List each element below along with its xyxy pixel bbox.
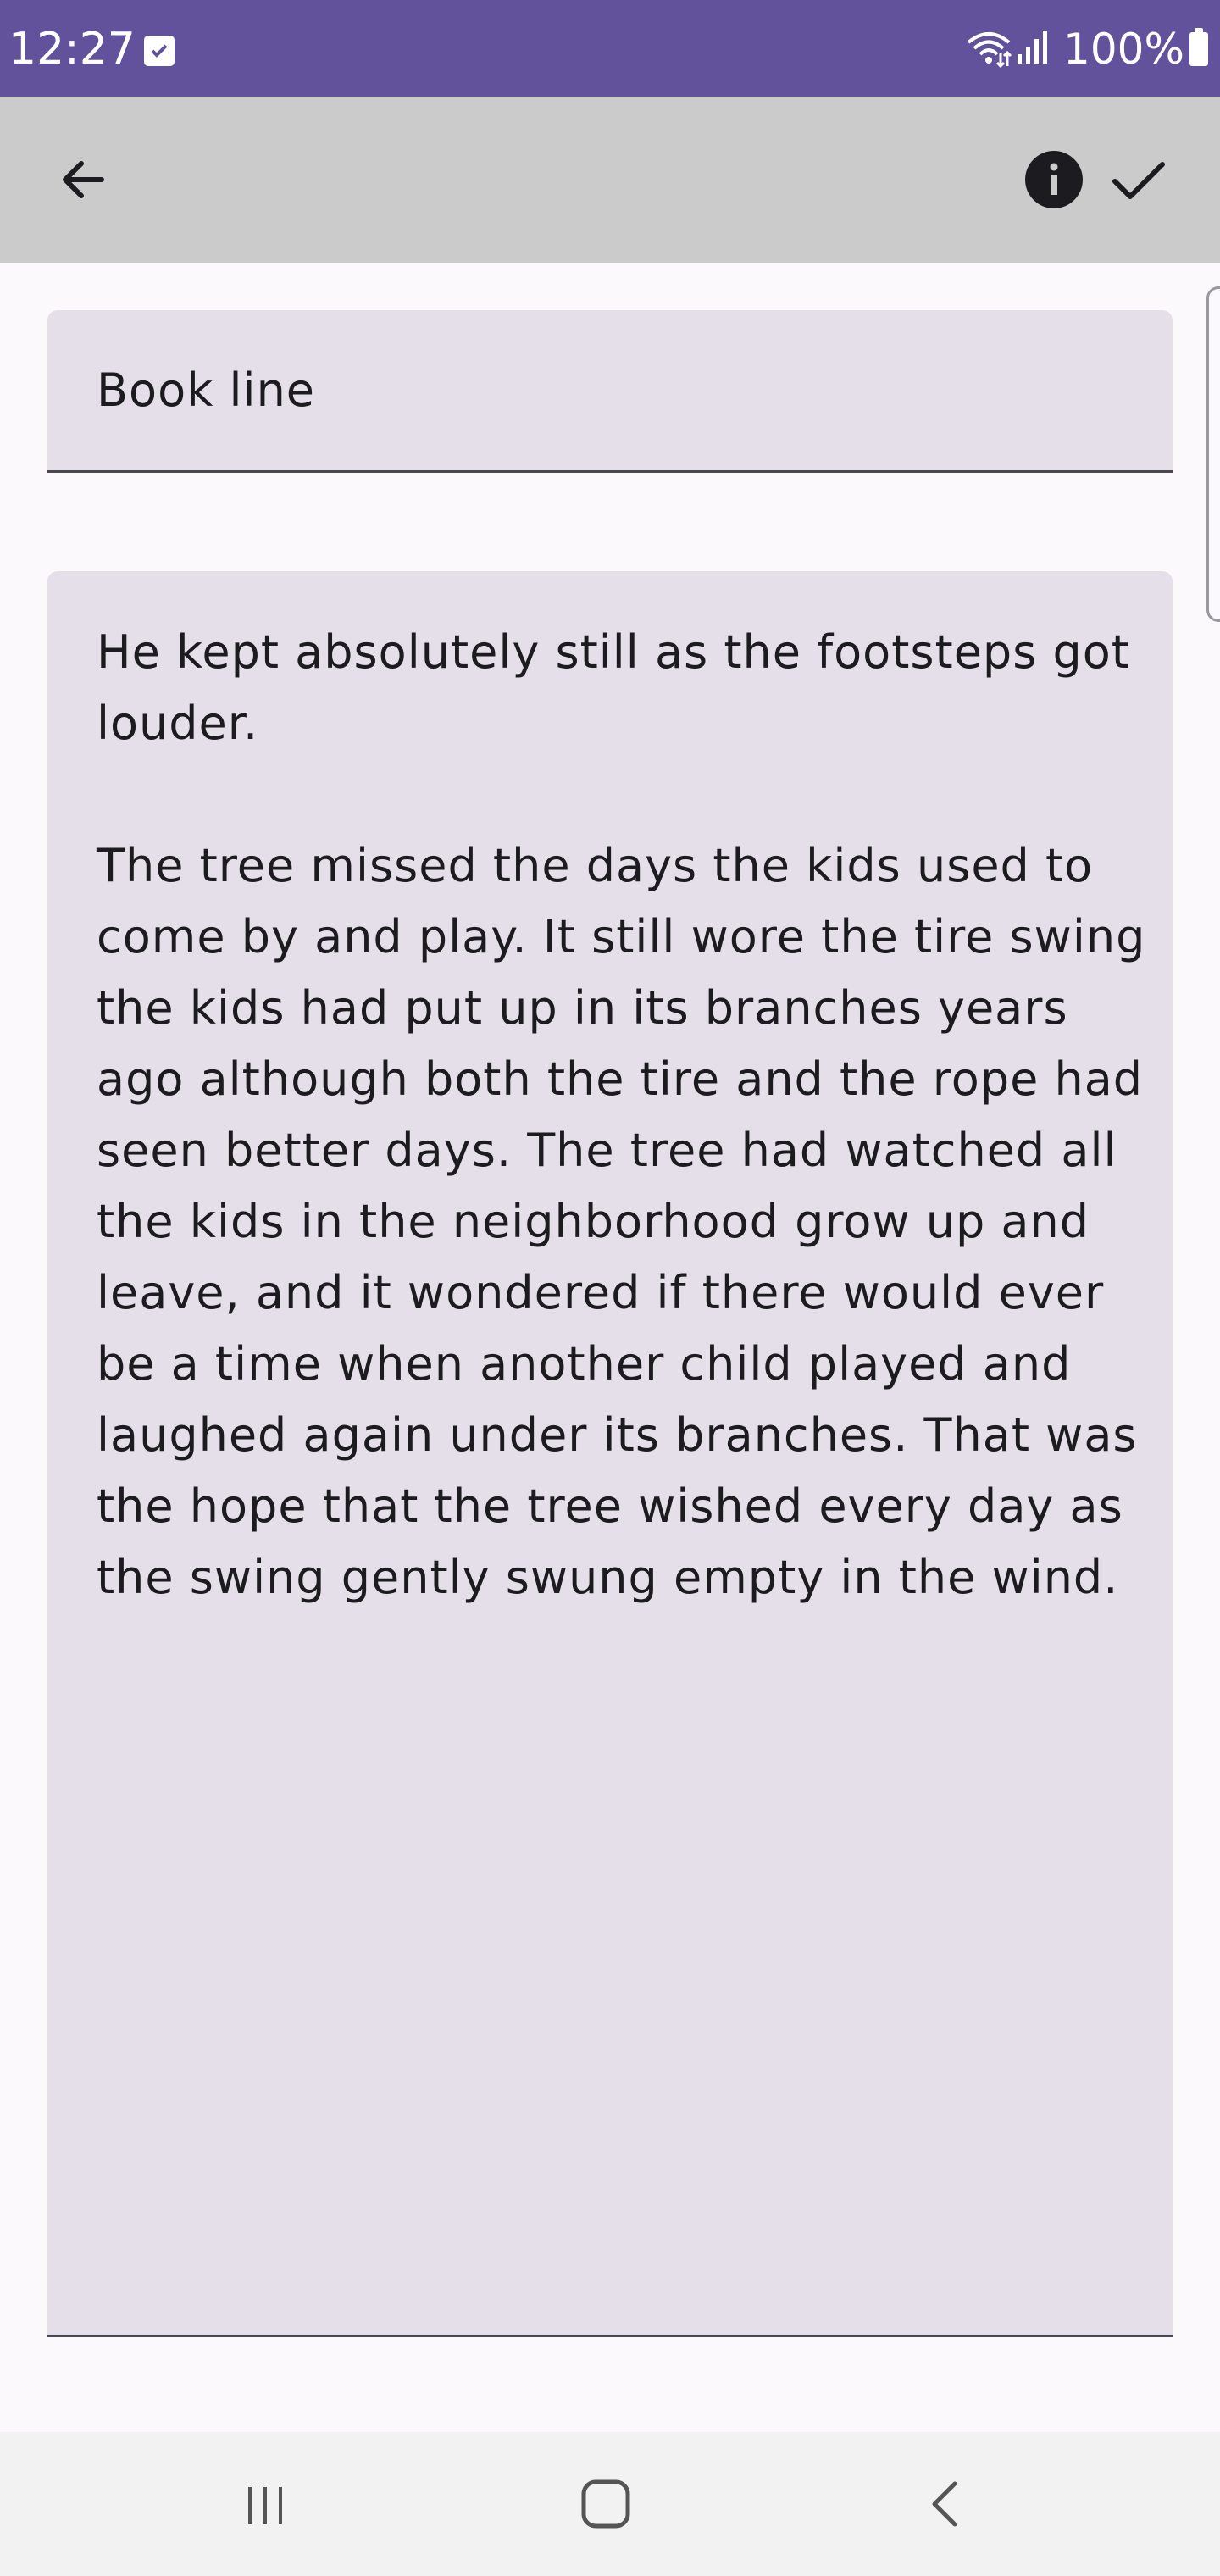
check-icon: [1112, 162, 1165, 199]
battery-icon: [1190, 28, 1208, 66]
save-button[interactable]: [1091, 132, 1186, 227]
home-icon: [581, 2479, 630, 2529]
nav-back-icon: [932, 2481, 957, 2527]
status-time: 12:27: [8, 24, 136, 75]
note-edit-screen: 12:27 100% Book line He kept absolutely …: [0, 0, 1220, 2576]
body-field[interactable]: He kept absolutely still as the footstep…: [47, 571, 1173, 2337]
title-input-value: Book line: [97, 364, 316, 417]
recents-button[interactable]: [210, 2449, 320, 2559]
home-button[interactable]: [551, 2449, 661, 2559]
recents-icon: [248, 2487, 282, 2524]
wifi-icon: [963, 27, 1014, 71]
status-bar: 12:27 100%: [0, 0, 1220, 97]
info-button[interactable]: [1006, 132, 1101, 227]
system-back-button[interactable]: [891, 2449, 1001, 2559]
top-app-bar: [0, 97, 1220, 263]
body-input-value: He kept absolutely still as the footstep…: [97, 625, 1146, 1604]
signal-icon: [1014, 29, 1051, 69]
back-button[interactable]: [36, 132, 130, 227]
arrow-back-icon: [63, 161, 104, 198]
checkbox-notification-icon: [144, 36, 175, 66]
info-icon: [1025, 151, 1083, 208]
battery-percentage: 100%: [1063, 25, 1184, 74]
navigation-bar: [0, 2432, 1220, 2576]
scroll-indicator[interactable]: [1206, 286, 1220, 622]
title-field[interactable]: Book line: [47, 310, 1173, 473]
status-indicators: 100%: [963, 22, 1208, 76]
